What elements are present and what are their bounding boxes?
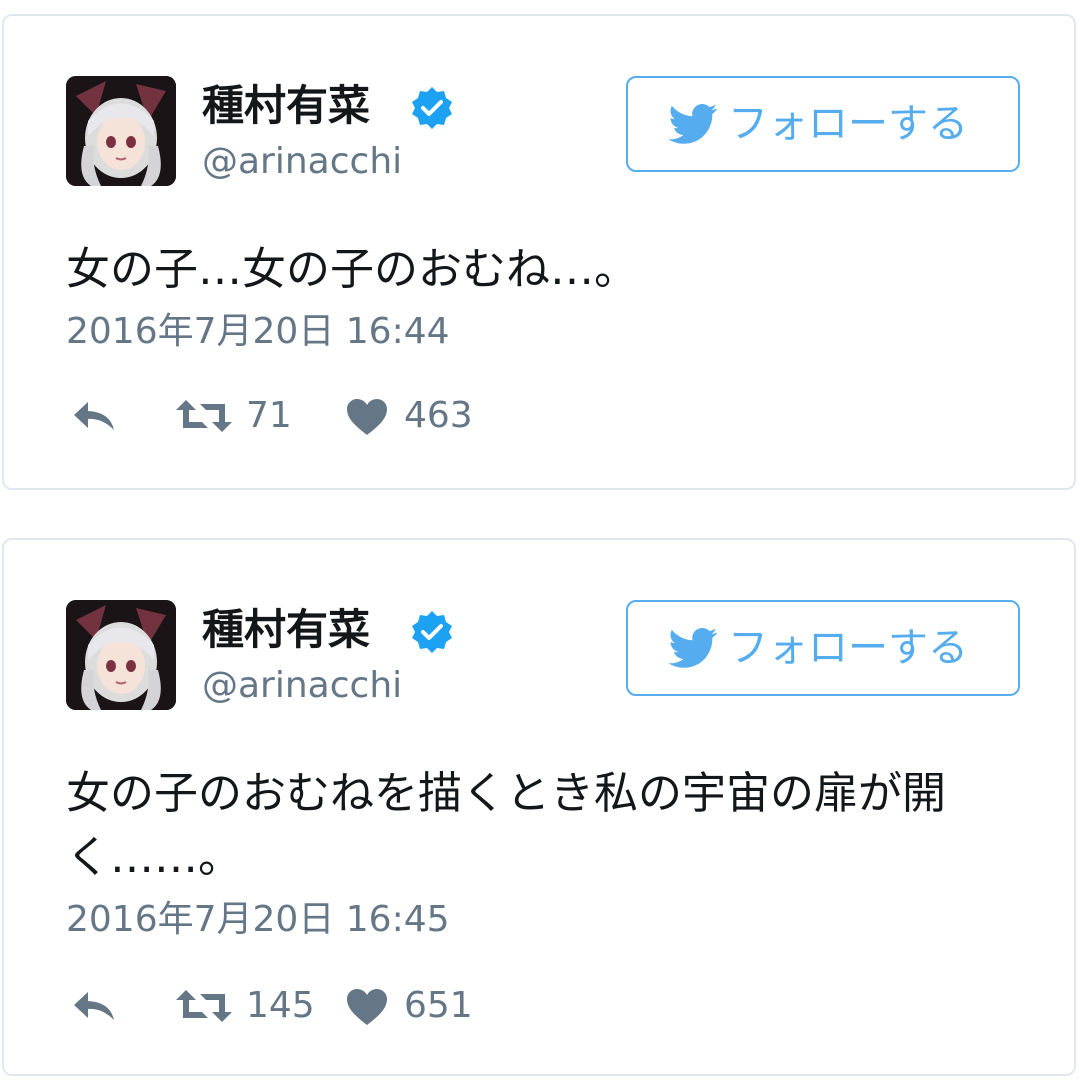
reply-button[interactable] [66,976,126,1036]
twitter-bird-icon [668,104,718,144]
user-handle[interactable]: @arinacchi [202,662,402,710]
tweet-actions: 145 651 [66,976,766,1036]
verified-badge-icon [412,87,452,129]
like-button[interactable]: 463 [346,386,546,446]
tweet-card: 種村有菜 @arinacchi フォローする 女の子…女の子のおむね…。 201… [2,14,1076,490]
follow-button-label: フォローする [728,625,968,671]
user-handle[interactable]: @arinacchi [202,138,402,186]
reply-icon [74,402,114,430]
tweet-timestamp[interactable]: 2016年7月20日 16:44 [66,308,450,356]
heart-icon [347,399,387,435]
reply-button[interactable] [66,386,126,446]
display-name[interactable]: 種村有菜 [202,602,370,658]
heart-icon [347,989,387,1025]
tweet-card: 種村有菜 @arinacchi フォローする 女の子のおむねを描くとき私の宇宙の… [2,538,1076,1076]
twitter-bird-icon [668,628,718,668]
like-count: 651 [404,985,473,1026]
tweet-text: 女の子…女の子のおむね…。 [66,244,638,295]
retweet-count: 145 [246,985,315,1026]
like-button[interactable]: 651 [346,976,546,1036]
reply-icon [74,992,114,1020]
retweet-icon [176,400,232,432]
tweet-timestamp[interactable]: 2016年7月20日 16:45 [66,896,450,944]
retweet-count: 71 [246,395,292,436]
retweet-button[interactable]: 145 [174,976,334,1036]
follow-button[interactable]: フォローする [626,600,1020,696]
tweet-text: 女の子のおむねを描くとき私の宇宙の扉が開く……。 [66,768,946,883]
display-name[interactable]: 種村有菜 [202,78,370,134]
retweet-icon [176,990,232,1022]
follow-button-label: フォローする [728,101,968,147]
follow-button[interactable]: フォローする [626,76,1020,172]
verified-badge-icon [412,611,452,653]
tweet-actions: 71 463 [66,386,766,446]
avatar[interactable] [66,600,176,710]
avatar[interactable] [66,76,176,186]
retweet-button[interactable]: 71 [174,386,334,446]
like-count: 463 [404,395,473,436]
